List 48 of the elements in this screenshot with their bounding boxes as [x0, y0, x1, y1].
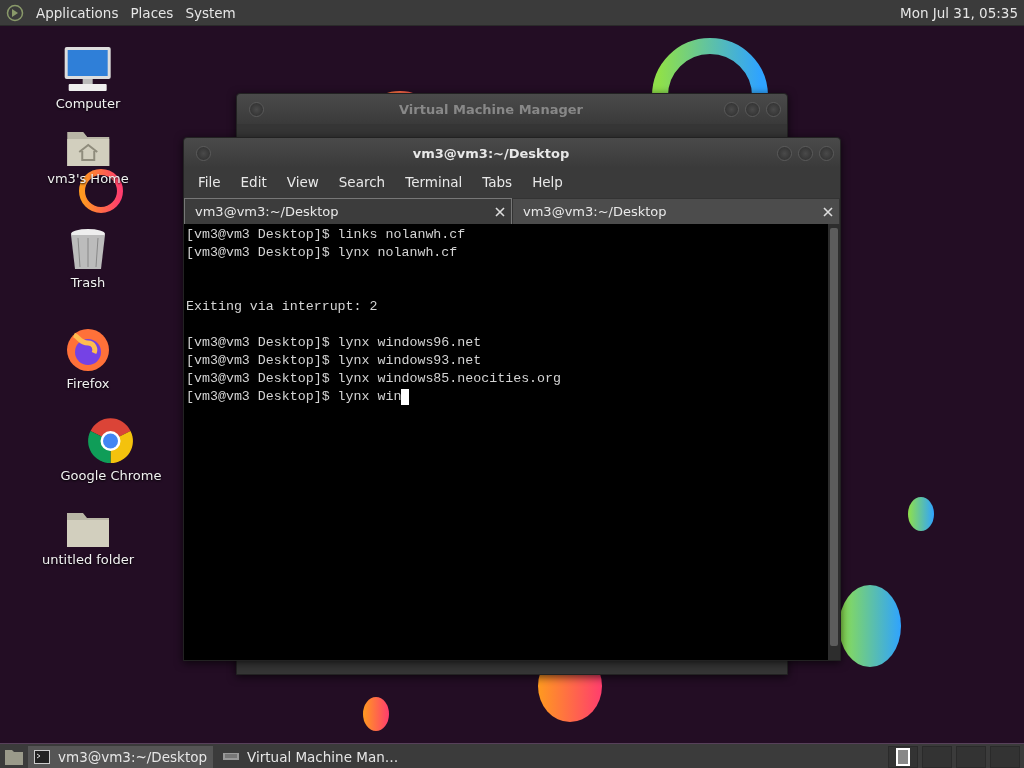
desktop-icon-label[interactable]: Trash [70, 275, 106, 290]
scrollbar[interactable] [828, 224, 840, 660]
menu-item[interactable]: Search [328, 174, 396, 190]
window-button[interactable] [724, 101, 739, 117]
window-button[interactable] [745, 101, 760, 117]
terminal-line: Exiting via interrupt: 2 [186, 298, 378, 316]
menu-item[interactable]: View [276, 174, 329, 190]
window-title: Virtual Machine Manager [398, 101, 584, 117]
terminal-line: [vm3@vm3 Desktop]$ lynx windows96.net [186, 334, 482, 352]
distro-logo-icon[interactable] [6, 3, 24, 22]
menu-item[interactable]: Terminal [395, 174, 473, 190]
menu-item[interactable]: Tabs [472, 174, 523, 190]
workspace-button[interactable] [888, 745, 918, 768]
menu-item[interactable]: File [188, 174, 231, 190]
desktop-icon-label[interactable]: Firefox [66, 376, 110, 391]
desktop-icon-label[interactable]: untitled folder [42, 552, 134, 567]
window-button[interactable] [798, 145, 813, 161]
window-button[interactable] [196, 145, 211, 161]
close-icon[interactable] [823, 206, 833, 217]
trash-icon [68, 226, 108, 272]
window-button[interactable] [249, 101, 264, 117]
window-button[interactable] [766, 101, 781, 117]
terminal-tab[interactable]: vm3@vm3:~/Desktop [512, 198, 840, 224]
terminal-line: [vm3@vm3 Desktop]$ lynx windows93.net [186, 352, 482, 370]
desktop-icon-label[interactable]: Google Chrome [60, 468, 162, 483]
panel-menu[interactable]: Places [130, 4, 174, 21]
panel-menu[interactable]: Applications [36, 4, 119, 21]
chrome-icon [87, 417, 135, 465]
show-desktop-icon[interactable] [4, 747, 24, 766]
menu-item[interactable]: Help [522, 174, 573, 190]
monitor-icon [223, 751, 240, 762]
terminal-line: [vm3@vm3 Desktop]$ links nolanwh.cf [186, 226, 466, 244]
panel-menu[interactable]: System [185, 4, 236, 21]
taskbar-button[interactable]: Virtual Machine Man… [217, 745, 405, 768]
terminal-line: [vm3@vm3 Desktop]$ lynx win [186, 388, 402, 406]
terminal-tab[interactable]: vm3@vm3:~/Desktop [184, 198, 512, 224]
terminal-line: [vm3@vm3 Desktop]$ lynx windows85.neocities.org [186, 370, 562, 388]
computer-icon [63, 45, 113, 93]
window-title: vm3@vm3:~/Desktop [411, 145, 571, 161]
desktop-icon-label[interactable]: Computer [55, 96, 121, 111]
terminal-line: [vm3@vm3 Desktop]$ lynx nolanwh.cf [186, 244, 458, 262]
terminal-icon [34, 749, 50, 764]
clock[interactable]: Mon Jul 31, 05:35 [900, 4, 1018, 21]
window-button[interactable] [777, 145, 792, 161]
window-button[interactable] [819, 145, 834, 161]
taskbar-button[interactable]: vm3@vm3:~/Desktop [28, 745, 214, 768]
menu-item[interactable]: Edit [230, 174, 277, 190]
close-icon[interactable] [495, 206, 505, 217]
